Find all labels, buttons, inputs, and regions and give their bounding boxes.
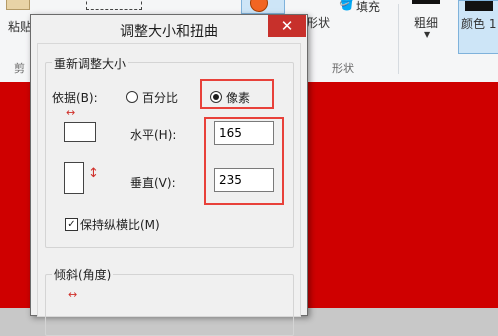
dialog-title: 调整大小和扭曲 xyxy=(120,24,218,40)
resize-group-title: 重新调整大小 xyxy=(52,55,129,72)
ribbon-divider xyxy=(398,4,399,74)
horizontal-label: 水平(H): xyxy=(130,128,177,142)
color1-swatch xyxy=(465,1,493,11)
resize-skew-dialog: 调整大小和扭曲 ✕ 重新调整大小 依据(B): 百分比 像素 ↔ 水平(H): … xyxy=(30,14,308,336)
size-button[interactable]: 粗细 xyxy=(414,14,438,31)
dialog-titlebar[interactable]: 调整大小和扭曲 ✕ xyxy=(31,15,307,43)
clipboard-group-label: 剪 xyxy=(14,62,25,75)
fill-button[interactable]: 填充 xyxy=(356,0,380,15)
skew-group-title: 倾斜(角度) xyxy=(52,266,114,283)
vertical-label: 垂直(V): xyxy=(130,176,176,190)
select-icon[interactable] xyxy=(86,0,142,10)
pixels-highlight xyxy=(200,79,274,109)
skew-groupbox xyxy=(45,274,294,336)
fill-icon[interactable]: 🪣 xyxy=(339,0,354,11)
by-label: 依据(B): xyxy=(52,91,98,105)
size-inputs-highlight xyxy=(204,117,284,205)
paste-button[interactable]: 粘贴 xyxy=(8,18,32,35)
color1-button[interactable]: 颜色 1 xyxy=(458,0,498,54)
skew-horizontal-arrow-icon: ↔ xyxy=(68,288,78,301)
color1-label: 颜色 1 xyxy=(461,17,497,31)
percent-radio[interactable] xyxy=(126,91,138,103)
size-dropdown-icon[interactable]: ▼ xyxy=(424,30,430,39)
vertical-resize-icon xyxy=(64,162,84,194)
close-icon: ✕ xyxy=(280,17,294,35)
vertical-arrow-icon: ↕ xyxy=(88,166,99,181)
shapes-button[interactable]: 形状 xyxy=(306,14,330,31)
keep-ratio-label[interactable]: 保持纵横比(M) xyxy=(80,216,160,233)
horizontal-arrow-icon: ↔ xyxy=(66,106,76,119)
checkmark-icon: ✓ xyxy=(67,219,76,230)
horizontal-resize-icon xyxy=(64,122,96,142)
keep-ratio-checkbox[interactable]: ✓ xyxy=(65,218,78,231)
paste-icon[interactable] xyxy=(6,0,30,10)
percent-label[interactable]: 百分比 xyxy=(142,89,178,106)
close-button[interactable]: ✕ xyxy=(268,15,306,37)
shapes-group-label: 形状 xyxy=(332,62,354,75)
dialog-body: 重新调整大小 依据(B): 百分比 像素 ↔ 水平(H): ↕ 垂直(V): ✓… xyxy=(37,43,301,336)
size-icon xyxy=(412,0,440,4)
